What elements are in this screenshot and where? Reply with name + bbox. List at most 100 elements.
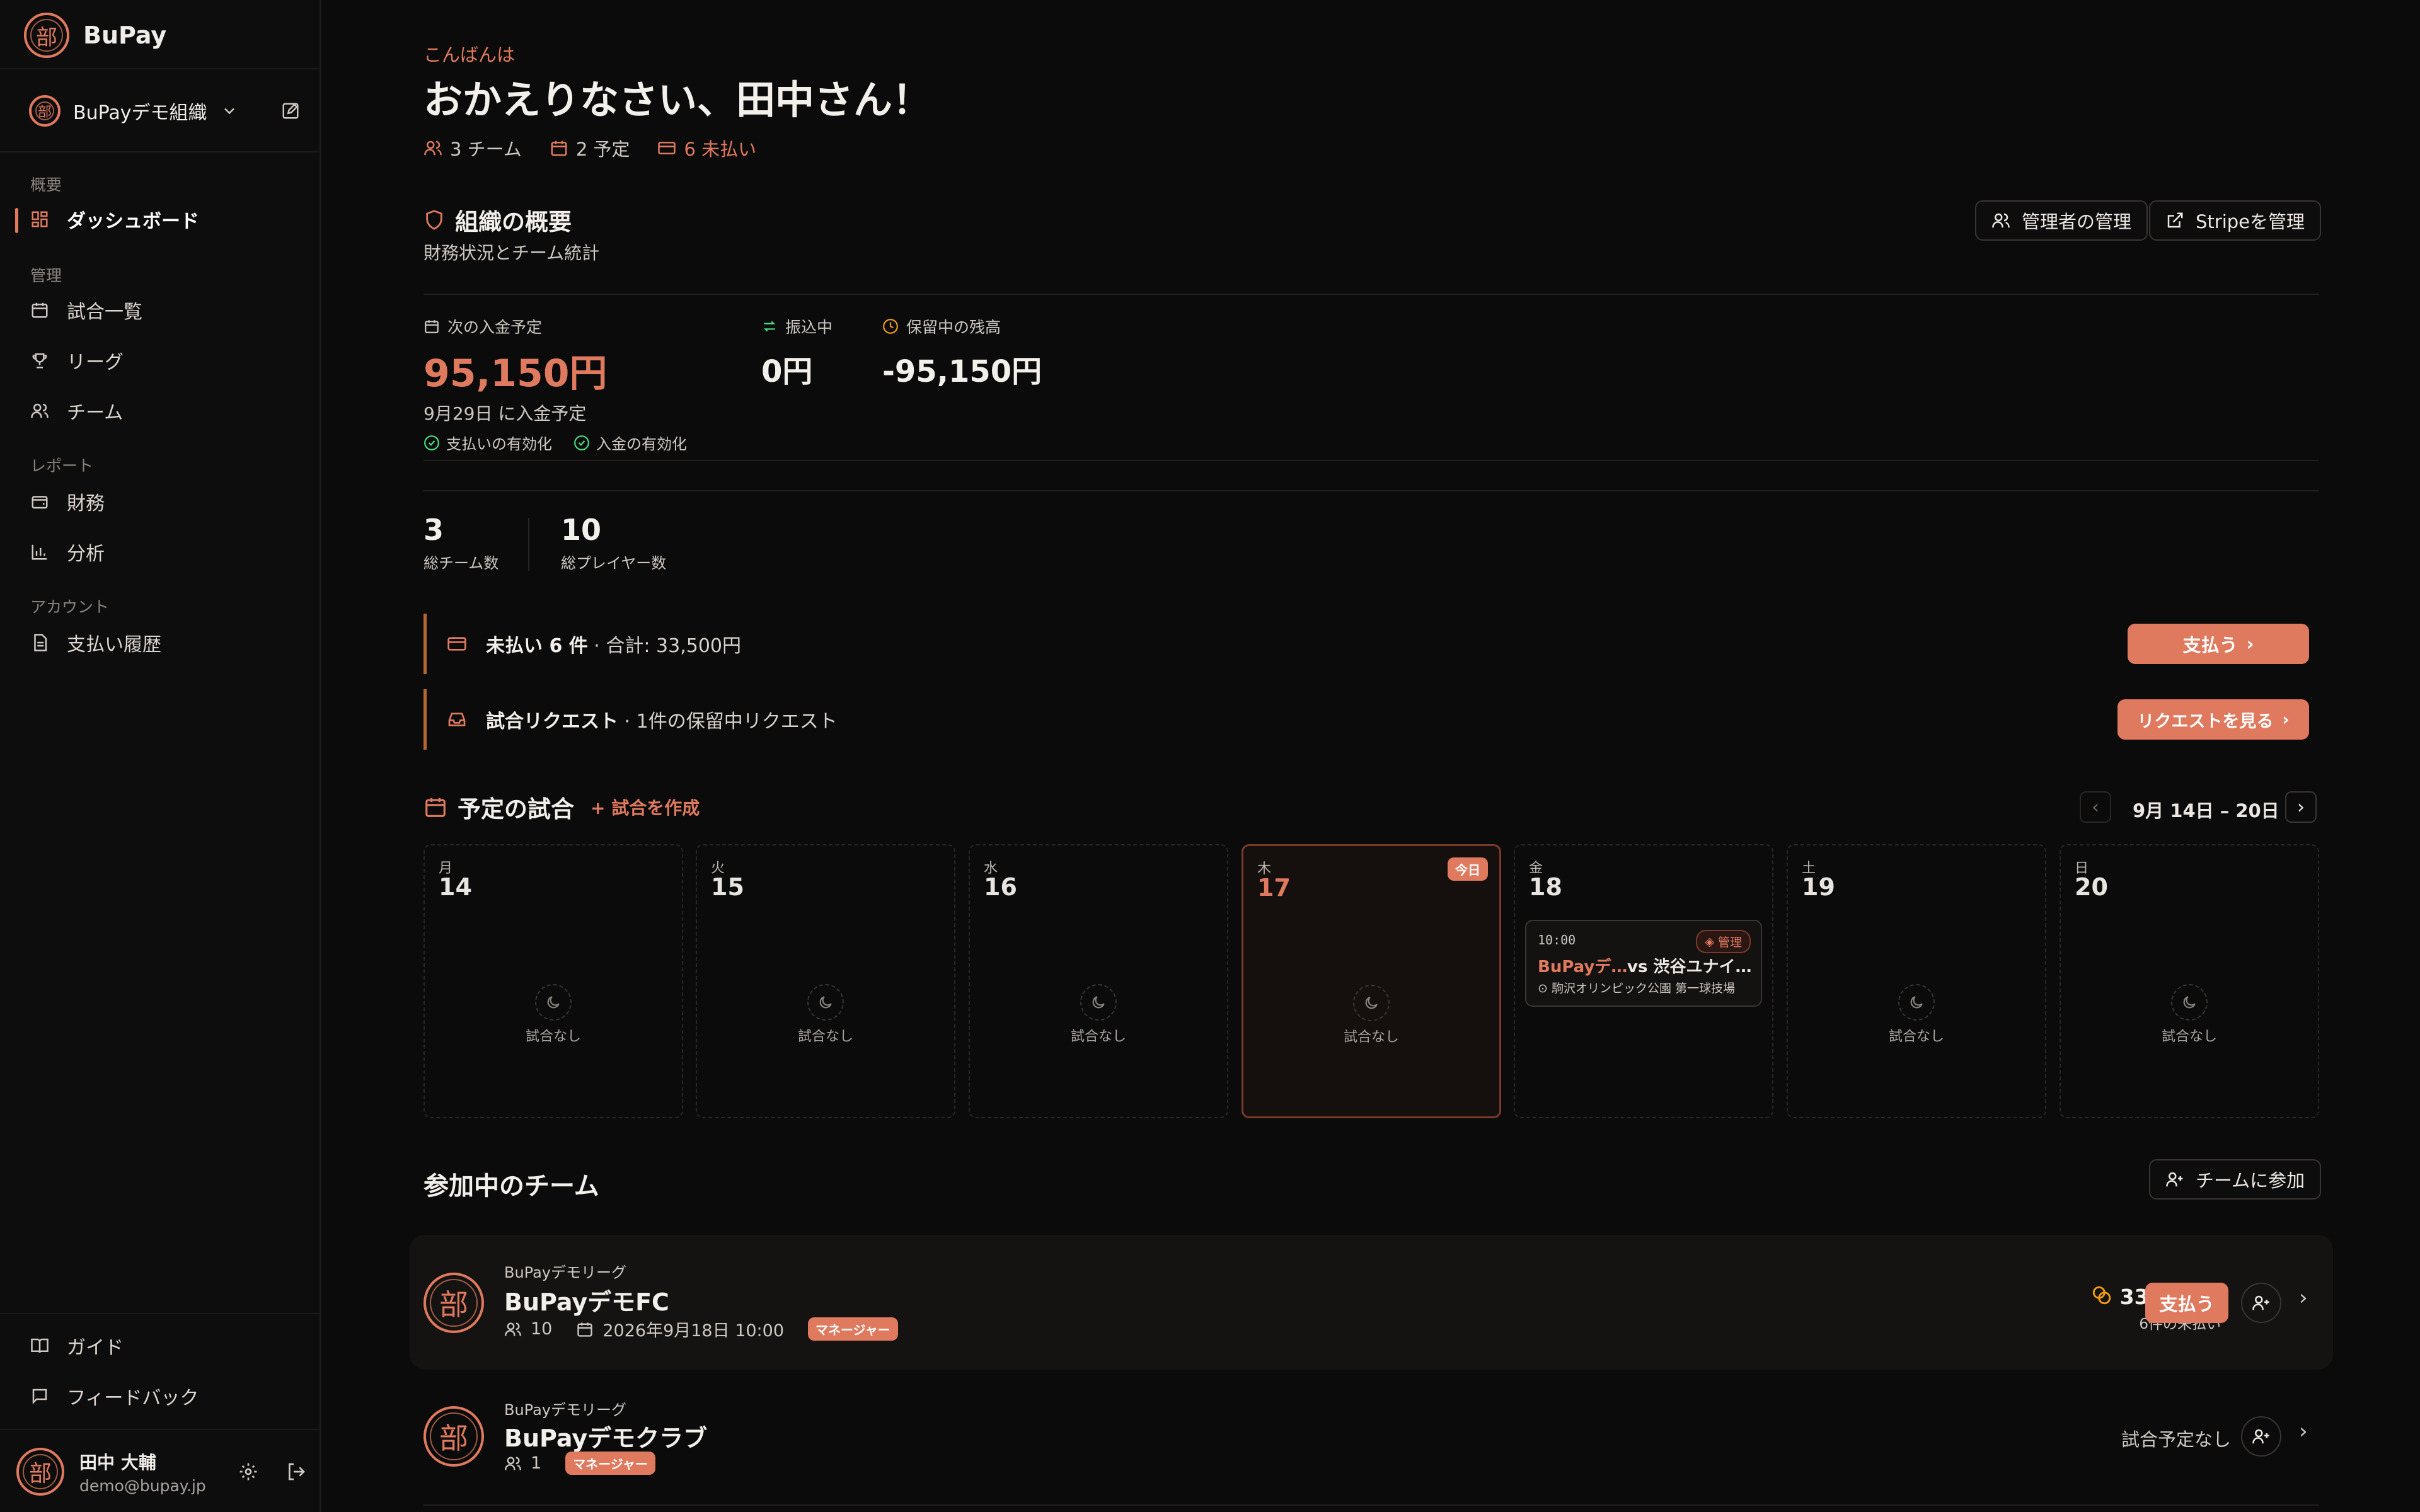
next-payout-date: 9月29日 に入金予定	[424, 403, 587, 424]
sidebar-item-dashboard[interactable]: ダッシュボード	[30, 200, 199, 238]
chevron-down-icon[interactable]	[221, 102, 238, 120]
check-circle-icon	[424, 435, 439, 450]
day-card[interactable]: 水 16 試合なし	[969, 844, 1228, 1118]
sidebar-item-label: リーグ	[67, 352, 124, 374]
prev-week-button[interactable]: ‹	[2080, 791, 2111, 823]
no-matches-text: 試合なし	[1343, 1029, 1399, 1045]
create-match-link[interactable]: + 試合を作成	[591, 794, 700, 820]
sidebar-item-analytics[interactable]: 分析	[30, 533, 105, 571]
team-card[interactable]: 部 BuPayデモリーグ BuPayデモFC 10 2026年9月18日 10:…	[410, 1235, 2333, 1370]
week-range: 9月 14日 – 20日	[2133, 800, 2279, 822]
day-number: 14	[439, 873, 472, 901]
user-profile[interactable]: 部 田中 大輔 demo@bupay.jp	[16, 1441, 306, 1502]
document-icon	[34, 634, 47, 651]
day-number: 16	[984, 873, 1017, 901]
chevron-right-icon[interactable]: ›	[2299, 1285, 2308, 1310]
in-transfer-value: 0円	[761, 354, 813, 389]
chevron-right-icon: ›	[2282, 709, 2290, 730]
user-plus-icon	[2166, 1172, 2183, 1187]
unpaid-alert: 未払い 6 件 · 合計: 33,500円	[424, 614, 2319, 674]
shield-icon	[426, 210, 442, 230]
day-card[interactable]: 月 14 試合なし	[424, 844, 683, 1118]
app-name: BuPay	[83, 21, 167, 49]
chevron-left-icon: ‹	[2092, 796, 2099, 818]
team-add-member-button[interactable]	[2241, 1416, 2281, 1457]
deposits-enabled-status: 入金の有効化	[573, 432, 687, 454]
sidebar-item-guide[interactable]: ガイド	[30, 1327, 124, 1365]
sidebar-item-label: 支払い履歴	[67, 634, 161, 656]
sidebar-item-label: ダッシュボード	[67, 210, 199, 232]
overview-header: 組織の概要	[424, 203, 572, 237]
no-matches-text: 試合なし	[2161, 1029, 2217, 1045]
edit-icon[interactable]	[281, 101, 300, 120]
day-card[interactable]: 日 20 試合なし	[2060, 844, 2319, 1118]
logo-seal-icon: 部	[24, 13, 69, 58]
logout-icon[interactable]	[286, 1462, 306, 1482]
moon-icon	[535, 984, 572, 1021]
next-week-button[interactable]: ›	[2285, 791, 2317, 823]
sidebar-item-label: 財務	[67, 493, 105, 515]
day-card[interactable]: 火 15 試合なし	[696, 844, 955, 1118]
chevron-right-icon[interactable]: ›	[2299, 1419, 2308, 1444]
teams-count: 3 チーム	[424, 135, 522, 161]
book-icon	[31, 1338, 49, 1353]
app-logo[interactable]: 部 BuPay	[24, 13, 166, 58]
summary-stats: 3 チーム 2 予定 6 未払い	[424, 135, 756, 161]
overview-title: 組織の概要	[455, 209, 572, 236]
sidebar-item-finance[interactable]: 財務	[30, 483, 105, 520]
team-add-member-button[interactable]	[2241, 1283, 2281, 1323]
section-label-account: アカウント	[30, 598, 110, 616]
team-league: BuPayデモリーグ	[504, 1401, 626, 1419]
gear-icon[interactable]	[238, 1462, 258, 1482]
coins-icon	[2092, 1286, 2111, 1305]
sidebar-item-matches[interactable]: 試合一覧	[30, 291, 142, 329]
match-card[interactable]: 10:00 ◈ 管理 BuPayデ… vs 渋谷ユナイ… ⊙ 駒沢オリンピック公園 第一球…	[1525, 920, 1762, 1007]
users-icon	[31, 403, 49, 418]
divider	[424, 294, 2319, 295]
user-plus-icon	[2252, 1295, 2269, 1310]
shield-icon: ◈	[1705, 934, 1714, 949]
overview-subtitle: 財務状況とチーム統計	[424, 243, 600, 263]
held-balance: 保留中の残高 -95,150円	[882, 318, 1042, 389]
external-link-icon	[2167, 212, 2183, 228]
team-league: BuPayデモリーグ	[504, 1264, 626, 1281]
schedule-title: 予定の試合	[458, 796, 574, 823]
view-requests-button[interactable]: リクエストを見る ›	[2118, 699, 2309, 740]
org-switcher[interactable]: 部 BuPayデモ組織	[29, 93, 300, 129]
moon-icon	[807, 984, 844, 1021]
team-pay-button[interactable]: 支払う	[2145, 1283, 2228, 1323]
check-circle-icon	[574, 435, 589, 450]
payments-enabled-status: 支払いの有効化	[424, 432, 552, 454]
sidebar-item-league[interactable]: リーグ	[30, 341, 124, 379]
moon-icon	[1898, 984, 1935, 1021]
sidebar-item-label: フィードバック	[67, 1387, 199, 1409]
manage-stripe-button[interactable]: Stripeを管理	[2149, 200, 2322, 241]
next-payout: 次の入金予定 95,150円 9月29日 に入金予定 支払いの有効化 入金の有効…	[424, 318, 687, 454]
moon-icon	[2171, 984, 2208, 1021]
no-matches-text: 試合なし	[1888, 1029, 1944, 1045]
divider	[0, 1429, 321, 1430]
sidebar-item-feedback[interactable]: フィードバック	[30, 1377, 199, 1415]
day-number: 17	[1257, 874, 1291, 902]
next-payout-value: 95,150円	[424, 352, 608, 396]
sidebar-item-payment-history[interactable]: 支払い履歴	[30, 624, 161, 662]
manage-admins-button[interactable]: 管理者の管理	[1975, 200, 2148, 241]
team-card[interactable]: 部 BuPayデモリーグ BuPayデモクラブ 1 マネージャー 試合予定なし …	[410, 1377, 2333, 1503]
dashboard-icon	[32, 211, 48, 227]
sidebar-item-teams[interactable]: チーム	[30, 392, 123, 430]
role-badge: マネージャー	[565, 1452, 655, 1475]
day-number: 15	[711, 873, 744, 901]
moon-icon	[1080, 984, 1117, 1021]
users-icon	[505, 1457, 521, 1470]
day-card[interactable]: 金 18 10:00 ◈ 管理 BuPayデ… vs 渋谷ユナイ… ⊙ 駒沢オリンピック公園 …	[1514, 844, 1773, 1118]
chevron-right-icon: ›	[2297, 796, 2305, 818]
team-meta: 1 マネージャー	[504, 1452, 655, 1475]
join-team-button[interactable]: チームに参加	[2149, 1159, 2322, 1200]
pay-button[interactable]: 支払う ›	[2128, 624, 2309, 664]
day-card[interactable]: 土 19 試合なし	[1787, 844, 2046, 1118]
divider	[528, 518, 529, 571]
users-icon	[1992, 213, 2010, 228]
schedule-header: 予定の試合 + 試合を作成	[424, 790, 700, 824]
day-card[interactable]: 木 17 今日 試合なし	[1242, 844, 1501, 1118]
credit-card-icon	[447, 637, 466, 651]
